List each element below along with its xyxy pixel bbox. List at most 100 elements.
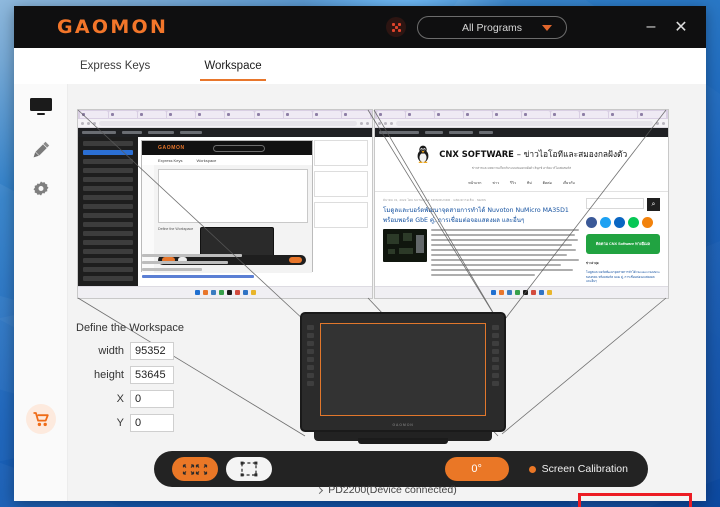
- cnx-nav-item[interactable]: ติดต่อ: [543, 180, 552, 186]
- recursive-program-selector: [212, 144, 265, 152]
- sidebar-item-settings[interactable]: [14, 180, 68, 200]
- crop-selection-button[interactable]: [226, 457, 272, 481]
- sidebar-item-display[interactable]: [14, 98, 68, 116]
- height-label: height: [94, 369, 124, 381]
- cnx-search-form: ⌕: [586, 198, 660, 212]
- settings-gear-icon: [33, 181, 49, 196]
- linkedin-icon[interactable]: [614, 217, 625, 229]
- browser-url-bar: [78, 119, 372, 128]
- workspace-toolbar: 0° Screen Calibration: [154, 451, 648, 487]
- cnx-software-page: CNX SOFTWARE – ข่าวไอโอทีและสมองกลฝังตัว…: [375, 137, 668, 286]
- apps-grid-icon[interactable]: [386, 17, 406, 37]
- recursive-app-preview: GAOMON Express Keys Workspace Define the…: [141, 140, 313, 273]
- panel-title: Define the Workspace: [76, 322, 185, 334]
- tablet-graphic[interactable]: GAOMON: [300, 312, 506, 447]
- tablet-active-area[interactable]: [320, 323, 486, 416]
- cart-icon-circle: [26, 404, 56, 434]
- windows-taskbar: [78, 286, 372, 298]
- wordpress-admin-sidebar: [78, 137, 138, 286]
- express-keys-right[interactable]: [492, 325, 499, 389]
- close-button[interactable]: ✕: [670, 16, 692, 38]
- recursive-tab-express: Express Keys: [158, 157, 183, 163]
- rotation-button[interactable]: 0°: [444, 457, 509, 481]
- cnx-recent-link[interactable]: โมดูลและบอร์ดพัฒนาจุดสายการทำได้ Nuvoton…: [586, 270, 660, 284]
- search-input[interactable]: [586, 198, 644, 210]
- recursive-fields-title: Define the Workspace: [158, 227, 194, 231]
- height-input[interactable]: 53645: [130, 366, 174, 384]
- fullscreen-expand-button[interactable]: [172, 457, 218, 481]
- tab-express-keys[interactable]: Express Keys: [76, 52, 154, 81]
- field-row-height: height 53645: [76, 366, 184, 384]
- field-row-x: X 0: [76, 390, 184, 408]
- width-input[interactable]: 95352: [130, 342, 174, 360]
- field-row-y: Y 0: [76, 414, 184, 432]
- y-input[interactable]: 0: [130, 414, 174, 432]
- sidebar-item-pen[interactable]: [14, 140, 68, 160]
- monitor-preview-1[interactable]: GAOMON Express Keys Workspace Define the…: [77, 109, 373, 299]
- cnx-nav-item[interactable]: ทิป: [527, 180, 532, 186]
- tux-penguin-icon: [417, 145, 429, 163]
- express-keys-left[interactable]: [307, 325, 314, 389]
- screen-calibration-button[interactable]: Screen Calibration: [528, 463, 628, 475]
- browser-tab-bar: [375, 110, 668, 119]
- browser-bookmark-bar: [375, 128, 668, 137]
- recursive-monitor-previews: [158, 169, 308, 223]
- cnx-subscribe-button[interactable]: ติดตาม CNX Software ทางอีเมล: [586, 234, 660, 255]
- chevron-down-icon: [542, 25, 552, 31]
- y-label: Y: [116, 417, 124, 429]
- device-status-bar[interactable]: PD2200(Device connected): [68, 484, 706, 496]
- facebook-icon[interactable]: [586, 217, 597, 229]
- minimize-button[interactable]: –: [640, 16, 662, 38]
- recursive-tab-workspace: Workspace: [196, 157, 217, 163]
- browser-bookmark-bar: [78, 128, 372, 137]
- cnx-nav-item[interactable]: เกี่ยวกับ: [563, 180, 575, 186]
- recursive-tab-bar: Express Keys Workspace: [142, 155, 312, 165]
- cnx-sidebar: ⌕ ติดตาม CNX Software ทางอีเมล ข่าวล่าสุ…: [586, 198, 660, 286]
- cnx-nav-item[interactable]: หน้าแรก: [468, 180, 481, 186]
- cnx-site-title: CNX SOFTWARE – ข่าวไอโอทีและสมองกลฝังตัว: [439, 147, 627, 161]
- cnx-nav: หน้าแรก ข่าว รีวิว ทิป ติดต่อ เกี่ยวกับ: [375, 180, 668, 186]
- screen-calibration-label: Screen Calibration: [541, 463, 628, 475]
- program-selector-label: All Programs: [461, 21, 523, 34]
- device-status-label: PD2200(Device connected): [328, 484, 457, 496]
- recursive-workspace-fields: Define the Workspace: [158, 227, 193, 233]
- pen-icon: [33, 141, 50, 158]
- tablet-logo: GAOMON: [392, 423, 414, 427]
- cnx-article-meta: มีนาคม 31, 2022 โดย SUTHINEE SRINIRUNDR …: [383, 198, 487, 203]
- cnx-article: มีนาคม 31, 2022 โดย SUTHINEE SRINIRUNDR …: [383, 198, 579, 286]
- rss-icon[interactable]: [642, 217, 653, 229]
- recursive-brand: GAOMON: [158, 145, 185, 151]
- title-bar: GAOMON All Programs – ✕: [14, 6, 706, 48]
- gaomon-logo: GAOMON: [57, 16, 169, 38]
- cnx-article-text: [431, 228, 579, 279]
- cnx-body: มีนาคม 31, 2022 โดย SUTHINEE SRINIRUNDR …: [375, 192, 668, 286]
- cnx-nav-item[interactable]: รีวิว: [510, 180, 516, 186]
- sidebar-item-store[interactable]: [14, 404, 68, 434]
- define-workspace-panel: Define the Workspace width 95352 height …: [76, 322, 184, 438]
- cnx-nav-item[interactable]: ข่าว: [492, 180, 499, 186]
- gaomon-app-window: GAOMON All Programs – ✕ Express Keys Wor…: [14, 6, 706, 507]
- browser-url-bar: [375, 119, 668, 128]
- cnx-tagline: ข่าวสารและบทความเกี่ยวกับระบบสมองกลฝังตั…: [471, 166, 572, 171]
- tablet-foot: [358, 438, 448, 444]
- cnx-cta-label: ติดตาม CNX Software ทางอีเมล: [595, 241, 651, 246]
- cnx-article-headline[interactable]: โมดูลและบอร์ดพัฒนาจุดสายการทำได้ Nuvoton…: [383, 206, 579, 225]
- fullscreen-expand-icon: [182, 463, 208, 475]
- recursive-title-bar: GAOMON: [142, 141, 312, 155]
- x-input[interactable]: 0: [130, 390, 174, 408]
- cnx-recent-links: โมดูลและบอร์ดพัฒนาจุดสายการทำได้ Nuvoton…: [586, 270, 660, 286]
- chevron-right-icon: [316, 486, 324, 494]
- sidebar-cards: [314, 140, 368, 233]
- cnx-recent-heading: ข่าวล่าสุด: [586, 261, 599, 266]
- tab-workspace[interactable]: Workspace: [200, 52, 266, 81]
- search-icon[interactable]: ⌕: [647, 198, 660, 212]
- monitor-preview-2[interactable]: CNX SOFTWARE – ข่าวไอโอทีและสมองกลฝังตัว…: [374, 109, 669, 299]
- display-icon: [30, 98, 52, 115]
- app-body: GAOMON Express Keys Workspace Define the…: [14, 84, 706, 507]
- twitter-icon[interactable]: [600, 217, 611, 229]
- program-selector-dropdown[interactable]: All Programs: [417, 16, 567, 39]
- cnx-social-links: [586, 217, 660, 229]
- line-icon[interactable]: [628, 217, 639, 229]
- cnx-title-main: CNX SOFTWARE: [439, 149, 514, 159]
- monitor-previews: GAOMON Express Keys Workspace Define the…: [77, 109, 669, 299]
